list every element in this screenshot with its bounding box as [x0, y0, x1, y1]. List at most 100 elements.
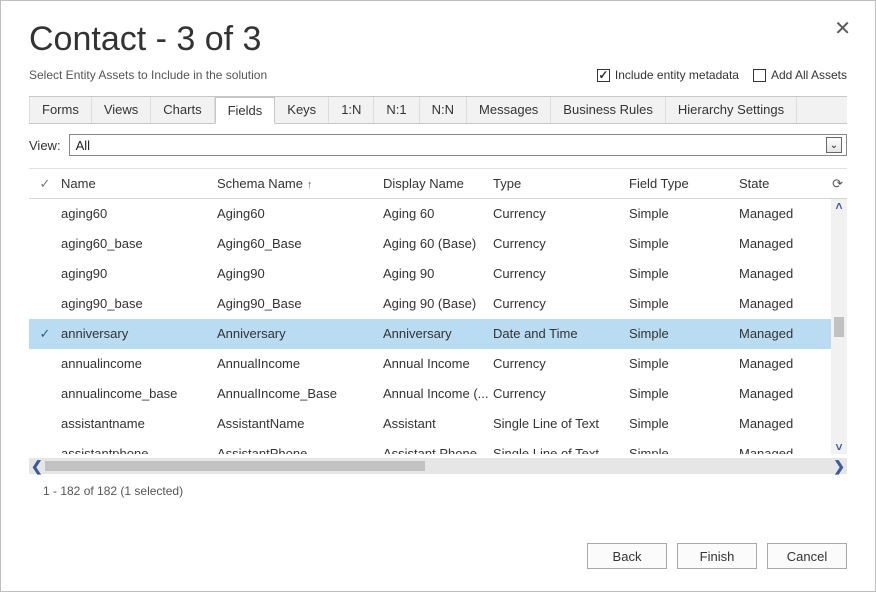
sort-arrow-icon: ↑ [307, 179, 313, 191]
scroll-left-icon[interactable]: ❮ [31, 458, 43, 475]
header-state[interactable]: State [739, 176, 827, 191]
cell-type: Date and Time [493, 326, 629, 341]
cell-schema: Anniversary [217, 326, 383, 341]
cell-ftype: Simple [629, 206, 739, 221]
cell-display: Assistant [383, 416, 493, 431]
view-selected: All [76, 138, 90, 153]
table-row[interactable]: aging90Aging90Aging 90CurrencySimpleMana… [29, 259, 847, 289]
header-ftype[interactable]: Field Type [629, 176, 739, 191]
cell-name: annualincome_base [61, 386, 217, 401]
cell-state: Managed [739, 296, 827, 311]
vertical-scrollbar[interactable]: ˄ ˅ [831, 199, 847, 454]
tab-forms[interactable]: Forms [29, 97, 92, 123]
page-title: Contact - 3 of 3 [29, 21, 847, 58]
table-row[interactable]: annualincome_baseAnnualIncome_BaseAnnual… [29, 379, 847, 409]
cell-name: aging90_base [61, 296, 217, 311]
cell-display: Aging 90 [383, 266, 493, 281]
cell-display: Assistant Phone [383, 446, 493, 454]
row-check-icon[interactable]: ✓ [29, 326, 61, 342]
tab-charts[interactable]: Charts [151, 97, 214, 123]
view-select[interactable]: All ⌄ [69, 134, 847, 156]
cell-display: Aging 90 (Base) [383, 296, 493, 311]
cell-schema: Aging90 [217, 266, 383, 281]
cell-state: Managed [739, 446, 827, 454]
tab-hierarchy-settings[interactable]: Hierarchy Settings [666, 97, 797, 123]
header-display[interactable]: Display Name [383, 176, 493, 191]
cell-display: Anniversary [383, 326, 493, 341]
cell-name: assistantname [61, 416, 217, 431]
table-row[interactable]: annualincomeAnnualIncomeAnnual IncomeCur… [29, 349, 847, 379]
cell-type: Currency [493, 236, 629, 251]
cell-display: Aging 60 [383, 206, 493, 221]
cell-ftype: Simple [629, 296, 739, 311]
cell-schema: AssistantPhone [217, 446, 383, 454]
tab-messages[interactable]: Messages [467, 97, 551, 123]
tab-views[interactable]: Views [92, 97, 151, 123]
table-row[interactable]: ✓anniversaryAnniversaryAnniversaryDate a… [29, 319, 847, 349]
scroll-thumb[interactable] [45, 461, 425, 471]
tab-business-rules[interactable]: Business Rules [551, 97, 666, 123]
tab-n-n[interactable]: N:N [420, 97, 467, 123]
cell-schema: AssistantName [217, 416, 383, 431]
cell-ftype: Simple [629, 416, 739, 431]
tab-1-n[interactable]: 1:N [329, 97, 374, 123]
tab-fields[interactable]: Fields [215, 97, 276, 124]
add-all-assets-label: Add All Assets [771, 68, 847, 82]
horizontal-scrollbar[interactable]: ❮ ❯ [29, 458, 847, 474]
cell-name: assistantphone [61, 446, 217, 454]
table-row[interactable]: assistantnameAssistantNameAssistantSingl… [29, 409, 847, 439]
table-row[interactable]: aging60Aging60Aging 60CurrencySimpleMana… [29, 199, 847, 229]
cell-ftype: Simple [629, 446, 739, 454]
cell-ftype: Simple [629, 386, 739, 401]
cell-name: aging60_base [61, 236, 217, 251]
cell-state: Managed [739, 266, 827, 281]
close-icon[interactable]: ✕ [834, 19, 851, 39]
cell-type: Single Line of Text [493, 446, 629, 454]
cell-ftype: Simple [629, 236, 739, 251]
cell-state: Managed [739, 206, 827, 221]
cell-type: Single Line of Text [493, 416, 629, 431]
cell-ftype: Simple [629, 326, 739, 341]
header-name[interactable]: Name [61, 176, 217, 191]
tab-n-1[interactable]: N:1 [374, 97, 419, 123]
scroll-up-icon[interactable]: ˄ [835, 199, 842, 213]
back-button[interactable]: Back [587, 543, 667, 569]
cell-schema: AnnualIncome [217, 356, 383, 371]
finish-button[interactable]: Finish [677, 543, 757, 569]
include-metadata-label: Include entity metadata [615, 68, 739, 82]
cell-state: Managed [739, 236, 827, 251]
table-header: ✓ Name Schema Name↑ Display Name Type Fi… [29, 169, 847, 199]
cell-type: Currency [493, 386, 629, 401]
scroll-down-icon[interactable]: ˅ [835, 440, 842, 454]
header-type[interactable]: Type [493, 176, 629, 191]
include-metadata-checkbox[interactable]: ✓ Include entity metadata [597, 68, 739, 82]
view-label: View: [29, 138, 61, 153]
tab-keys[interactable]: Keys [275, 97, 329, 123]
scroll-right-icon[interactable]: ❯ [833, 458, 845, 475]
table-row[interactable]: aging60_baseAging60_BaseAging 60 (Base)C… [29, 229, 847, 259]
chevron-down-icon: ⌄ [826, 137, 842, 153]
cell-name: annualincome [61, 356, 217, 371]
header-check[interactable]: ✓ [29, 176, 61, 192]
cancel-button[interactable]: Cancel [767, 543, 847, 569]
header-schema[interactable]: Schema Name↑ [217, 176, 383, 191]
cell-state: Managed [739, 356, 827, 371]
table-row[interactable]: assistantphoneAssistantPhoneAssistant Ph… [29, 439, 847, 454]
cell-state: Managed [739, 326, 827, 341]
table-row[interactable]: aging90_baseAging90_BaseAging 90 (Base)C… [29, 289, 847, 319]
status-text: 1 - 182 of 182 (1 selected) [29, 474, 847, 514]
cell-name: aging60 [61, 206, 217, 221]
cell-display: Aging 60 (Base) [383, 236, 493, 251]
add-all-assets-checkbox[interactable]: Add All Assets [753, 68, 847, 82]
cell-display: Annual Income (... [383, 386, 493, 401]
cell-ftype: Simple [629, 356, 739, 371]
cell-type: Currency [493, 296, 629, 311]
refresh-icon[interactable]: ⟳ [828, 176, 847, 192]
scroll-thumb[interactable] [834, 317, 844, 337]
cell-type: Currency [493, 266, 629, 281]
cell-schema: Aging60_Base [217, 236, 383, 251]
cell-display: Annual Income [383, 356, 493, 371]
subtitle-text: Select Entity Assets to Include in the s… [29, 68, 267, 82]
cell-name: anniversary [61, 326, 217, 341]
cell-type: Currency [493, 356, 629, 371]
